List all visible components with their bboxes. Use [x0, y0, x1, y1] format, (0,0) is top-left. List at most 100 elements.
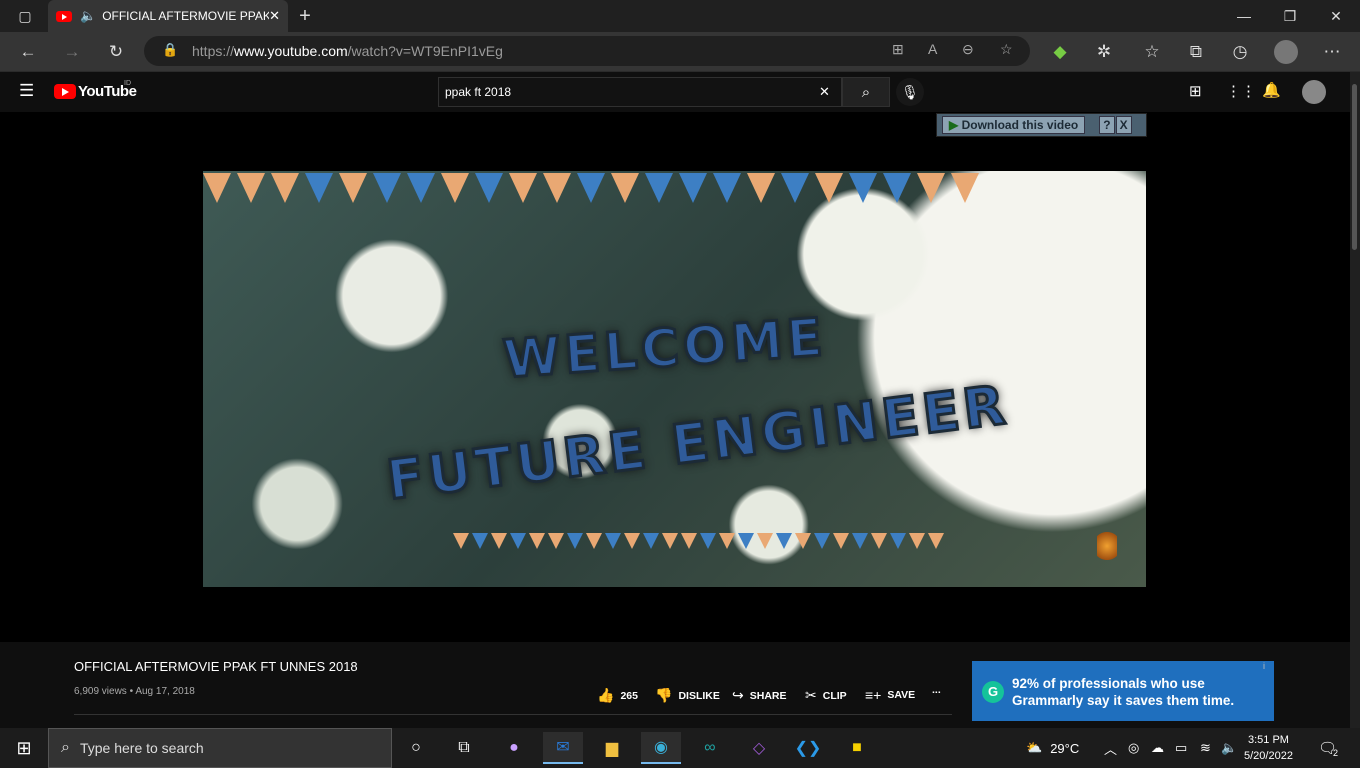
cortana-icon[interactable]: ○ — [396, 732, 436, 764]
tab-title: OFFICIAL AFTERMOVIE PPAK — [102, 9, 270, 23]
arduino-icon[interactable]: ∞ — [690, 732, 730, 764]
region-code: ID — [124, 80, 131, 87]
browser-tab-bar: ▢ 🔈 OFFICIAL AFTERMOVIE PPAK ✕ + — ❐ ✕ — [0, 0, 1360, 32]
app-available-icon[interactable]: ⊞ — [892, 41, 904, 58]
address-bar[interactable]: 🔒 https://www.youtube.com/watch?v=WT9EnP… — [144, 36, 1030, 66]
clip-label: CLIP — [822, 689, 847, 702]
search-input[interactable]: ppak ft 2018 ✕ — [438, 77, 842, 107]
file-explorer-icon[interactable]: ▆ — [592, 732, 632, 764]
clock[interactable]: 3:51 PM 5/20/2022 — [1244, 728, 1293, 768]
show-hidden-icons[interactable]: ︿ — [1104, 728, 1117, 768]
windows-taskbar: ⊞ ⌕ Type here to search ○ ⧉ ● ✉ ▆ ◉ ∞ ◇ … — [0, 728, 1360, 768]
refresh-button[interactable]: ↻ — [104, 40, 128, 64]
youtube-logo-icon[interactable] — [54, 84, 76, 99]
read-aloud-icon[interactable]: A — [928, 41, 937, 57]
close-window-button[interactable]: ✕ — [1313, 0, 1359, 32]
clock-date: 5/20/2022 — [1244, 750, 1293, 762]
browser-tab[interactable]: 🔈 OFFICIAL AFTERMOVIE PPAK ✕ — [48, 0, 288, 32]
clock-time: 3:51 PM — [1247, 734, 1289, 746]
tab-actions-icon[interactable]: ▢ — [2, 0, 48, 32]
extension-icon[interactable]: ◆ — [1048, 40, 1072, 64]
battery-icon[interactable]: ▭ — [1175, 728, 1187, 768]
search-icon: ⌕ — [861, 83, 871, 101]
zoom-icon[interactable]: ⊖ — [962, 41, 974, 58]
microphone-icon: 🎙 — [901, 83, 919, 100]
vscode-icon[interactable]: ❮❯ — [788, 732, 828, 764]
download-extension-bar: ▶ Download this video ? X — [936, 113, 1147, 137]
back-button[interactable]: ← — [16, 40, 40, 64]
grammarly-ad[interactable]: G 92% of professionals who use Grammarly… — [972, 661, 1274, 721]
download-close-button[interactable]: X — [1115, 116, 1132, 134]
outlook-icon[interactable]: ✉ — [543, 732, 583, 764]
wifi-icon[interactable]: ≋ — [1200, 728, 1211, 768]
minimize-button[interactable]: — — [1221, 0, 1267, 32]
save-button[interactable]: ≡+ SAVE — [865, 687, 915, 703]
clear-search-icon[interactable]: ✕ — [819, 84, 830, 100]
tab-close-icon[interactable]: ✕ — [269, 8, 280, 24]
scrollbar-thumb[interactable] — [1352, 84, 1357, 250]
url-prefix: https:// — [192, 43, 235, 59]
favorites-icon[interactable]: ☆ — [1140, 40, 1164, 64]
download-video-button[interactable]: ▶ Download this video — [942, 116, 1086, 134]
tray-app-icon[interactable]: ◎ — [1128, 728, 1139, 768]
sticky-notes-icon[interactable]: ■ — [837, 732, 877, 764]
weather-cloud-icon: ⛅ — [1026, 740, 1043, 755]
account-avatar[interactable] — [1302, 80, 1326, 104]
scissors-icon: ✂ — [805, 687, 817, 703]
speaker-icon[interactable]: 🔈 — [80, 8, 96, 24]
grammarly-logo-icon: G — [982, 681, 1004, 703]
ad-text: 92% of professionals who use Grammarly s… — [1012, 676, 1235, 708]
github-desktop-icon[interactable]: ● — [494, 732, 534, 764]
apps-grid-icon[interactable]: ⋮⋮ — [1226, 82, 1256, 100]
thumbs-down-icon: 👎 — [655, 687, 673, 703]
dislike-button[interactable]: 👎 DISLIKE — [655, 687, 720, 704]
lock-icon[interactable]: 🔒 — [162, 42, 178, 58]
edge-browser-icon[interactable]: ◉ — [641, 732, 681, 764]
settings-more-icon[interactable]: ⋯ — [1320, 40, 1344, 64]
browser-toolbar: ← → ↻ 🔒 https://www.youtube.com/watch?v=… — [0, 32, 1360, 72]
extensions-puzzle-icon[interactable]: ✲ — [1092, 40, 1116, 64]
download-help-button[interactable]: ? — [1099, 116, 1115, 134]
notifications-bell-icon[interactable]: 🔔 — [1262, 81, 1281, 99]
phoenix-logo-icon — [1097, 529, 1117, 563]
add-favorite-icon[interactable]: ☆ — [1000, 41, 1013, 58]
share-label: SHARE — [749, 689, 787, 702]
share-button[interactable]: ↪ SHARE — [732, 687, 787, 704]
onedrive-icon[interactable]: ☁ — [1151, 728, 1164, 768]
visual-studio-icon[interactable]: ◇ — [739, 732, 779, 764]
notification-center-icon[interactable]: 🗨 2 — [1318, 728, 1338, 768]
divider — [74, 714, 952, 715]
taskbar-search-placeholder: Type here to search — [79, 740, 204, 756]
menu-icon[interactable]: ☰ — [19, 81, 34, 101]
notification-count: 2 — [1333, 748, 1339, 758]
restore-button[interactable]: ❐ — [1267, 0, 1313, 32]
url-path: /watch?v=WT9EnPI1vEg — [347, 43, 503, 59]
bunting-bottom — [453, 533, 944, 549]
forward-button[interactable]: → — [60, 40, 84, 64]
frame-text-future-engineer: FUTURE ENGINEER — [382, 372, 1014, 514]
clip-button[interactable]: ✂ CLIP — [805, 687, 847, 704]
video-frame[interactable]: WELCOME FUTURE ENGINEER — [203, 171, 1146, 587]
like-count: 265 — [620, 689, 638, 702]
new-tab-button[interactable]: + — [282, 0, 328, 32]
profile-avatar[interactable] — [1274, 40, 1298, 64]
video-title: OFFICIAL AFTERMOVIE PPAK FT UNNES 2018 — [74, 659, 358, 674]
download-label: Download this video — [961, 118, 1079, 132]
share-icon: ↪ — [732, 687, 744, 703]
video-player[interactable]: WELCOME FUTURE ENGINEER — [0, 112, 1350, 642]
task-view-icon[interactable]: ⧉ — [444, 732, 484, 764]
weather-widget[interactable]: ⛅ 29°C — [1026, 728, 1079, 768]
collections-icon[interactable]: ⧉ — [1184, 40, 1208, 64]
history-icon[interactable]: ◷ — [1228, 40, 1252, 64]
like-button[interactable]: 👍 265 — [597, 687, 638, 704]
more-actions-button[interactable]: ... — [932, 684, 941, 696]
voice-search-button[interactable]: 🎙 — [896, 78, 924, 106]
create-video-icon[interactable]: ⊞ — [1189, 82, 1202, 100]
bunting-top — [203, 173, 979, 203]
ad-info-icon[interactable]: i — [1263, 661, 1265, 671]
windows-start-icon[interactable]: ⊞ — [4, 732, 44, 764]
taskbar-search[interactable]: ⌕ Type here to search — [48, 728, 392, 768]
volume-icon[interactable]: 🔈 — [1221, 728, 1237, 768]
search-button[interactable]: ⌕ — [842, 77, 890, 107]
url-host: www.youtube.com — [234, 43, 348, 59]
